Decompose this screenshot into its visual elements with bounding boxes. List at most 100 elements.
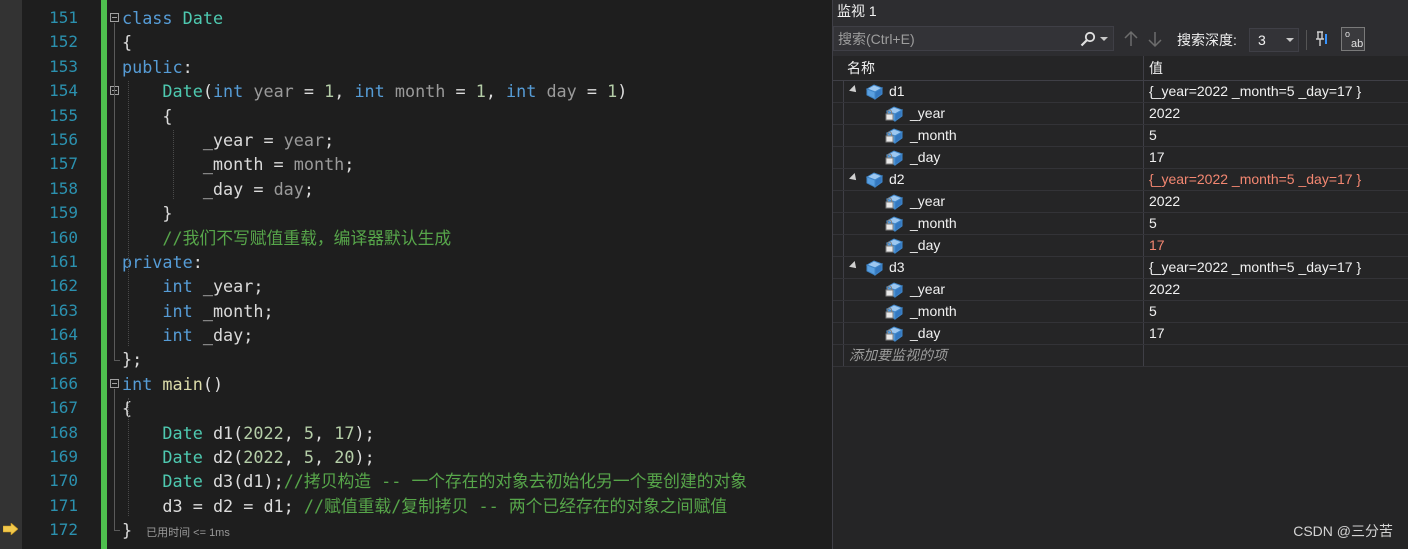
- expand-triangle-icon[interactable]: [849, 261, 859, 271]
- code-line[interactable]: private:: [108, 250, 747, 274]
- collapse-toggle-icon[interactable]: [110, 378, 119, 388]
- watch-item-name[interactable]: _year: [910, 103, 945, 124]
- watch-row-member[interactable]: _month 5: [833, 301, 1408, 323]
- indent-guide: [128, 398, 129, 517]
- watch-item-value[interactable]: 5: [1149, 213, 1157, 234]
- code-line[interactable]: {: [108, 396, 747, 420]
- expand-triangle-icon[interactable]: [849, 85, 859, 95]
- watch-row-member[interactable]: _day 17: [833, 323, 1408, 345]
- watch-item-value[interactable]: {_year=2022 _month=5 _day=17 }: [1149, 257, 1361, 278]
- code-text: int _month;: [122, 301, 273, 321]
- watch-item-name[interactable]: d1: [889, 81, 905, 102]
- code-token: 1: [475, 81, 486, 102]
- watch-item-value[interactable]: 2022: [1149, 103, 1180, 124]
- hex-display-icon[interactable]: o ab: [1341, 27, 1365, 51]
- glyph-margin[interactable]: [0, 0, 22, 549]
- watch-item-value[interactable]: 5: [1149, 301, 1157, 322]
- column-divider: [1143, 125, 1144, 146]
- svg-text:o: o: [1345, 29, 1350, 39]
- watch-item-value[interactable]: 17: [1149, 235, 1165, 256]
- code-area[interactable]: class Date{public: Date(int year = 1, in…: [108, 6, 747, 543]
- code-token: d2: [212, 447, 234, 468]
- watch-item-value[interactable]: 5: [1149, 125, 1157, 146]
- watch-row-variable[interactable]: d3 {_year=2022 _month=5 _day=17 }: [833, 257, 1408, 279]
- watch-item-name[interactable]: d2: [889, 169, 905, 190]
- code-line[interactable]: int _month;: [108, 299, 747, 323]
- watch-item-name[interactable]: _year: [910, 191, 945, 212]
- code-text: Date(int year = 1, int month = 1, int da…: [122, 81, 627, 101]
- code-line[interactable]: _day = day;: [108, 177, 747, 201]
- row-marker: [843, 257, 844, 278]
- watch-item-name[interactable]: _day: [910, 235, 940, 256]
- column-splitter[interactable]: [1143, 56, 1144, 80]
- pin-icon[interactable]: [1313, 29, 1333, 49]
- code-line[interactable]: } 已用时间 <= 1ms: [108, 518, 747, 542]
- collapse-toggle-icon[interactable]: [110, 13, 119, 22]
- watch-window-title[interactable]: 监视 1: [833, 0, 1408, 24]
- expand-triangle-icon[interactable]: [849, 173, 859, 183]
- code-line[interactable]: int _day;: [108, 323, 747, 347]
- performance-tip[interactable]: 已用时间 <= 1ms: [146, 527, 230, 539]
- code-line[interactable]: Date d1(2022, 5, 17);: [108, 421, 747, 445]
- search-depth-select[interactable]: 3: [1249, 28, 1299, 52]
- watch-row-member[interactable]: _day 17: [833, 147, 1408, 169]
- code-line[interactable]: int _year;: [108, 274, 747, 298]
- code-line[interactable]: public:: [108, 55, 747, 79]
- watch-item-name[interactable]: _month: [910, 213, 957, 234]
- code-line[interactable]: Date d2(2022, 5, 20);: [108, 445, 747, 469]
- add-watch-placeholder[interactable]: 添加要监视的项: [849, 345, 947, 366]
- code-line[interactable]: };: [108, 347, 747, 371]
- watch-item-name[interactable]: _year: [910, 279, 945, 300]
- watch-item-name[interactable]: d3: [889, 257, 905, 278]
- watch-item-value[interactable]: 2022: [1149, 279, 1180, 300]
- code-text: int _day;: [122, 325, 253, 345]
- code-line[interactable]: Date(int year = 1, int month = 1, int da…: [108, 79, 747, 103]
- code-editor[interactable]: 151 152 153 154 155 156 157 158 159 160 161 162 163 1…: [0, 0, 831, 549]
- find-next-icon[interactable]: [1147, 30, 1163, 48]
- code-line[interactable]: }: [108, 201, 747, 225]
- watch-item-value[interactable]: 17: [1149, 323, 1165, 344]
- watch-row-member[interactable]: _day 17: [833, 235, 1408, 257]
- name-column-header[interactable]: 名称: [847, 56, 875, 80]
- watch-item-name[interactable]: _month: [910, 125, 957, 146]
- watch-row-member[interactable]: _year 2022: [833, 191, 1408, 213]
- watch-item-name[interactable]: _month: [910, 301, 957, 322]
- code-line[interactable]: Date d3(d1);//拷贝构造 -- 一个存在的对象去初始化另一个要创建的…: [108, 469, 747, 493]
- code-text: Date d2(2022, 5, 20);: [122, 447, 374, 468]
- code-line[interactable]: int main(): [108, 372, 747, 396]
- watch-item-value[interactable]: 17: [1149, 147, 1165, 168]
- watch-item-name[interactable]: _day: [910, 323, 940, 344]
- watch-row-variable[interactable]: d1 {_year=2022 _month=5 _day=17 }: [833, 81, 1408, 103]
- private-field-icon: [885, 282, 904, 298]
- search-options-dropdown-icon[interactable]: [1100, 37, 1108, 41]
- code-line[interactable]: //我们不写赋值重载，编译器默认生成: [108, 226, 747, 250]
- watch-item-name[interactable]: _day: [910, 147, 940, 168]
- code-line[interactable]: _month = month;: [108, 152, 747, 176]
- find-previous-icon[interactable]: [1123, 30, 1139, 48]
- search-input[interactable]: [838, 27, 1068, 50]
- watch-row-member[interactable]: _month 5: [833, 125, 1408, 147]
- code-token: ;: [243, 325, 254, 346]
- watch-row-member[interactable]: _year 2022: [833, 279, 1408, 301]
- code-line[interactable]: _year = year;: [108, 128, 747, 152]
- private-field-icon: [885, 326, 904, 342]
- watch-item-value[interactable]: 2022: [1149, 191, 1180, 212]
- code-line[interactable]: d3 = d2 = d1; //赋值重载/复制拷贝 -- 两个已经存在的对象之间…: [108, 494, 747, 518]
- outline-line: [114, 389, 115, 531]
- watch-row-member[interactable]: _year 2022: [833, 103, 1408, 125]
- code-line[interactable]: {: [108, 30, 747, 54]
- watch-item-value[interactable]: {_year=2022 _month=5 _day=17 }: [1149, 81, 1361, 102]
- add-watch-row[interactable]: 添加要监视的项: [833, 345, 1408, 367]
- search-box[interactable]: [833, 26, 1114, 51]
- watch-row-variable[interactable]: d2 {_year=2022 _month=5 _day=17 }: [833, 169, 1408, 191]
- watch-item-value[interactable]: {_year=2022 _month=5 _day=17 }: [1149, 169, 1361, 190]
- code-text: public:: [122, 57, 193, 77]
- search-icon[interactable]: [1080, 31, 1096, 47]
- code-line[interactable]: class Date: [108, 6, 747, 30]
- code-token: Date: [162, 81, 203, 102]
- value-column-header[interactable]: 值: [1149, 56, 1163, 80]
- code-line[interactable]: {: [108, 104, 747, 128]
- watch-toolbar: 搜索深度: 3 o ab: [833, 24, 1408, 56]
- watch-row-member[interactable]: _month 5: [833, 213, 1408, 235]
